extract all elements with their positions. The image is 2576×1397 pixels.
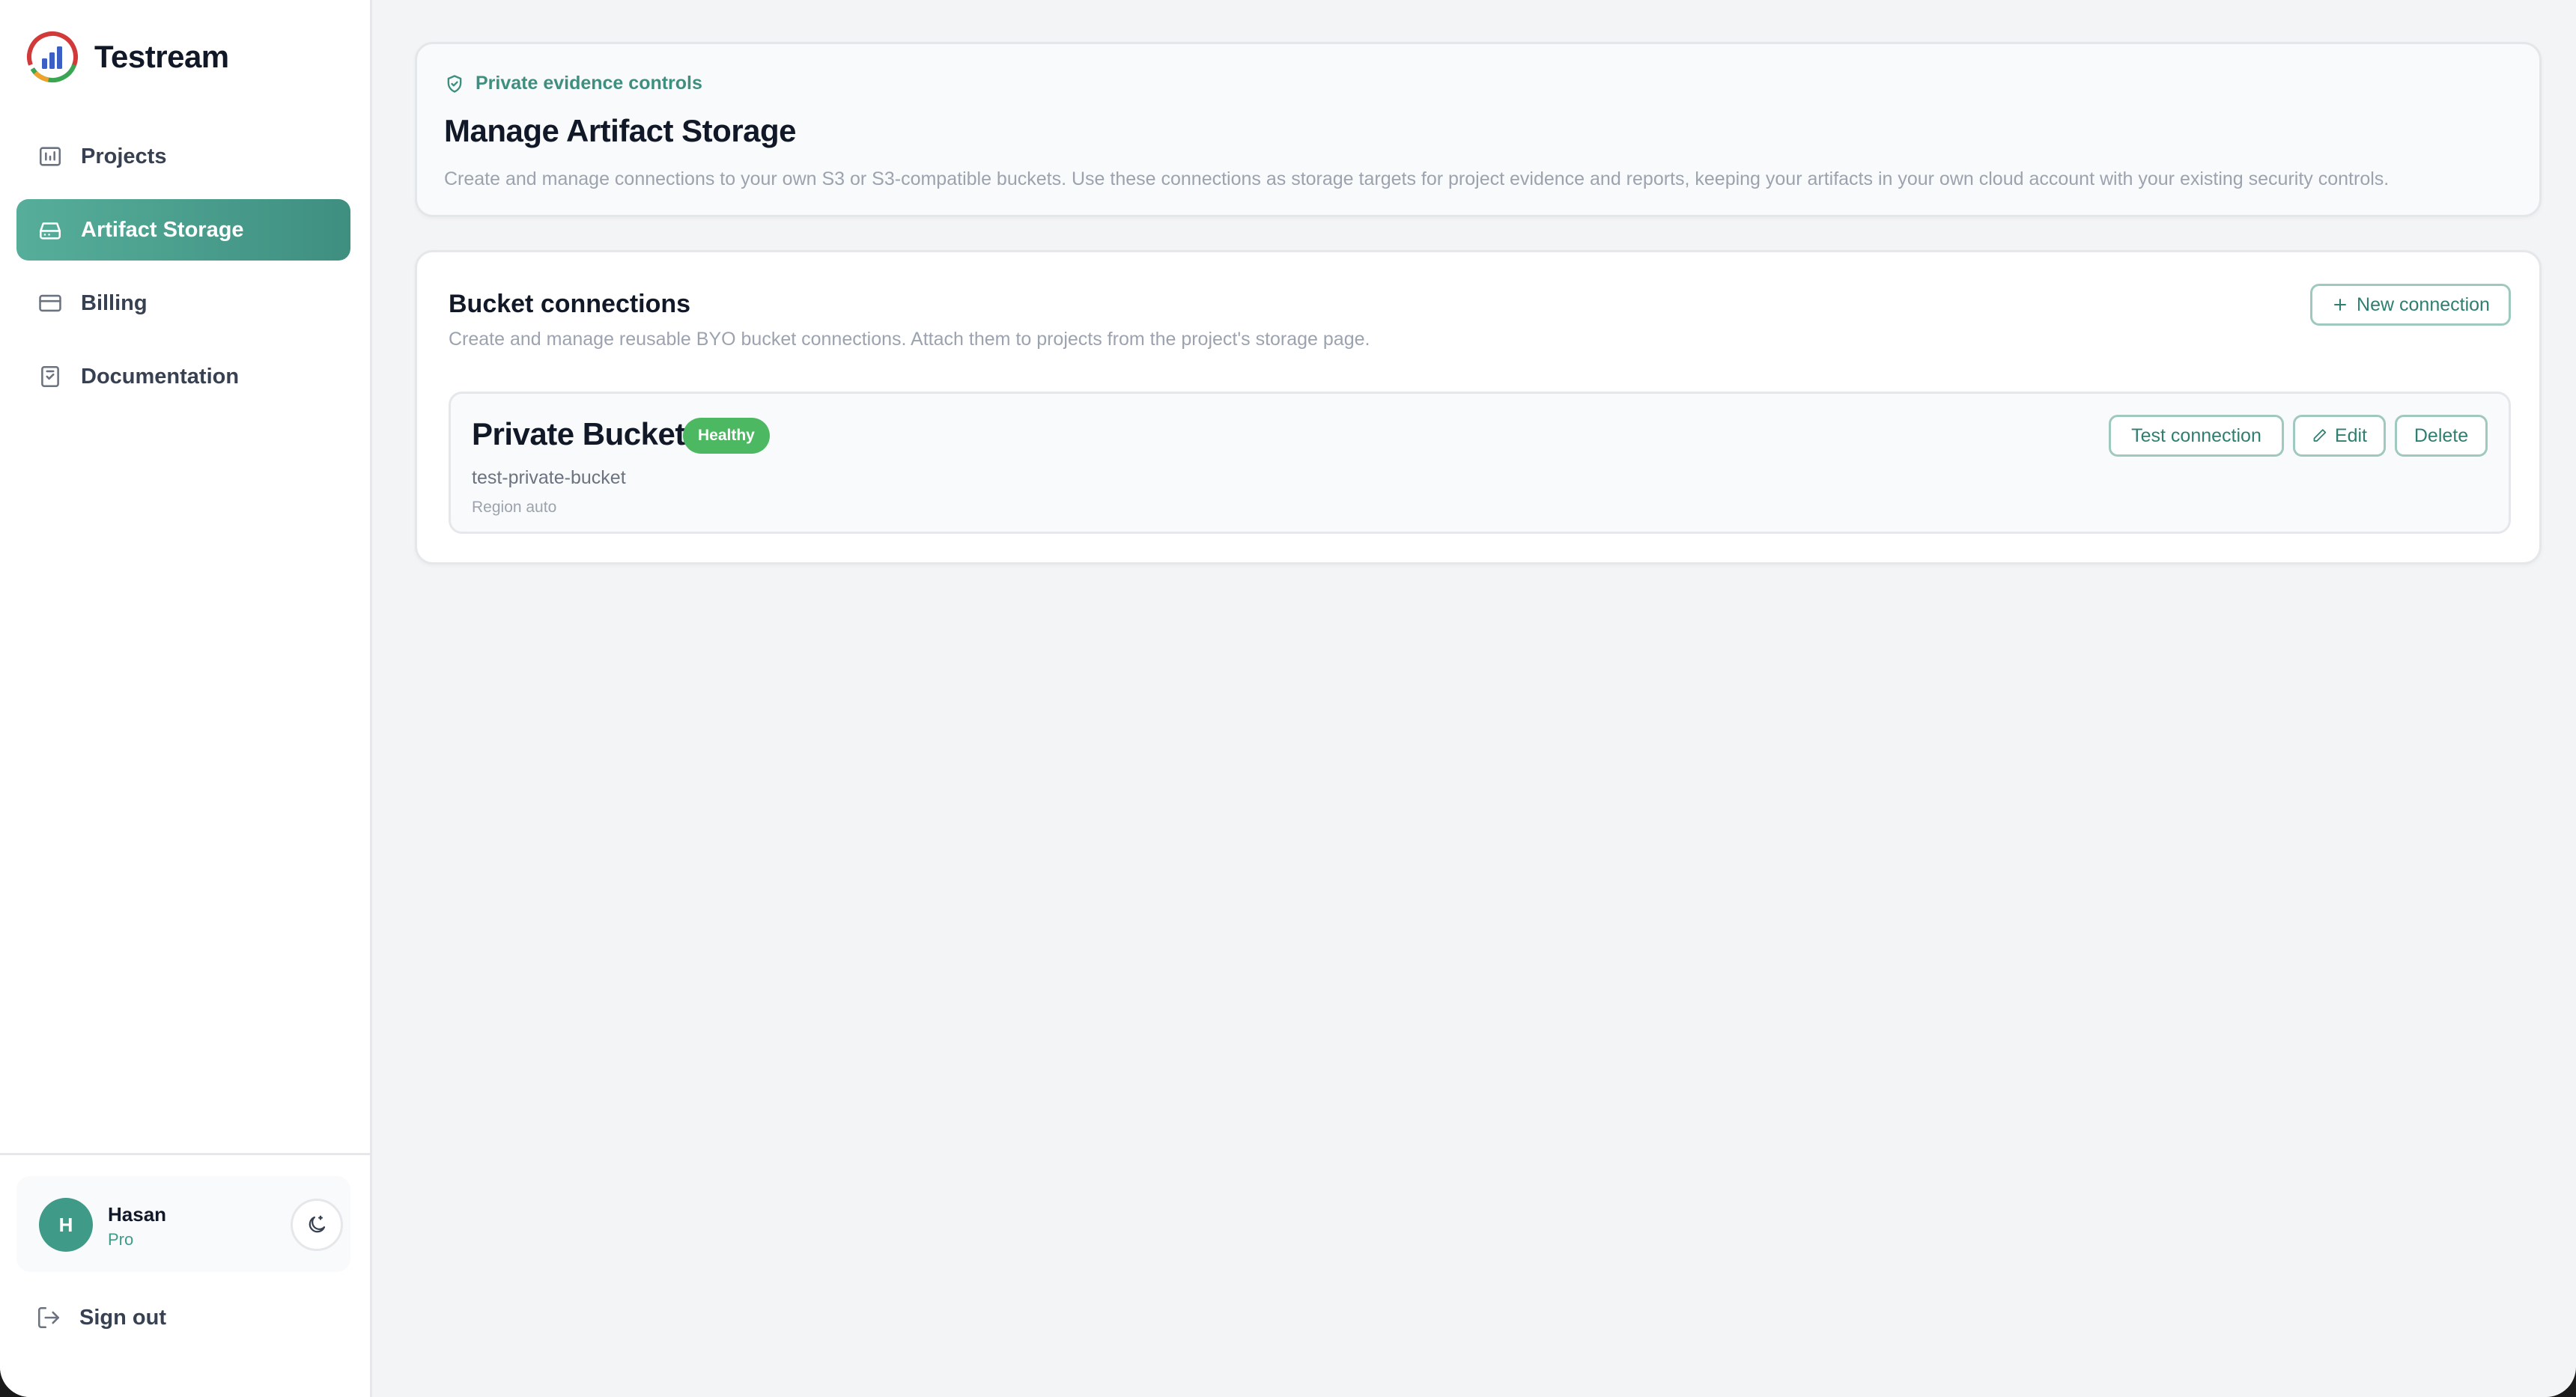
sidebar-item-documentation[interactable]: Documentation: [16, 346, 350, 407]
sign-out-icon: [37, 1306, 60, 1329]
list-item: Private Bucket Healthy test-private-buck…: [449, 392, 2511, 534]
delete-button[interactable]: Delete: [2395, 415, 2488, 457]
sidebar: Testream Projects Artifact Storage Billi…: [0, 0, 372, 1397]
page-description: Create and manage connections to your ow…: [444, 168, 2390, 189]
plus-icon: [2334, 299, 2347, 311]
edit-label: Edit: [2334, 424, 2367, 446]
projects-icon: [39, 147, 61, 166]
brand-logo-icon: [27, 31, 78, 82]
avatar[interactable]: H: [39, 1198, 93, 1252]
sign-out-label: Sign out: [79, 1305, 166, 1330]
user-card: H Hasan Pro: [16, 1176, 350, 1272]
hero-tag-label: Private evidence controls: [476, 73, 702, 94]
user-name: Hasan: [108, 1203, 167, 1226]
bucket-identifier: test-private-bucket: [472, 467, 626, 488]
app-window: Testream Projects Artifact Storage Billi…: [0, 0, 2576, 1397]
bucket-connections-panel: Bucket connections Create and manage reu…: [415, 250, 2542, 564]
bucket-name: Private Bucket: [472, 416, 685, 451]
sign-out-button[interactable]: Sign out: [36, 1305, 166, 1330]
storage-icon: [39, 222, 61, 240]
pencil-icon: [2313, 429, 2327, 442]
panel-description: Create and manage reusable BYO bucket co…: [449, 329, 1370, 350]
sidebar-item-projects[interactable]: Projects: [16, 126, 350, 187]
user-plan: Pro: [108, 1230, 134, 1249]
moon-icon: [309, 1215, 326, 1233]
sidebar-item-label: Artifact Storage: [81, 217, 244, 242]
sidebar-item-artifact-storage[interactable]: Artifact Storage: [16, 199, 350, 261]
new-connection-button[interactable]: New connection: [2310, 284, 2511, 326]
sidebar-footer: H Hasan Pro Sign out: [0, 1153, 372, 1330]
documentation-icon: [41, 365, 59, 388]
test-connection-button[interactable]: Test connection: [2109, 415, 2284, 457]
brand[interactable]: Testream: [25, 30, 229, 84]
delete-label: Delete: [2414, 424, 2469, 446]
sidebar-nav: Projects Artifact Storage Billing Docume…: [16, 126, 350, 419]
sidebar-item-label: Billing: [81, 290, 148, 315]
page-title: Manage Artifact Storage: [444, 113, 797, 148]
test-connection-label: Test connection: [2131, 424, 2261, 446]
new-connection-label: New connection: [2357, 293, 2490, 315]
bucket-region: Region auto: [472, 499, 557, 516]
panel-title: Bucket connections: [449, 290, 691, 318]
shield-check-icon: [447, 74, 462, 93]
status-badge: Healthy: [683, 418, 770, 454]
sidebar-item-billing[interactable]: Billing: [16, 273, 350, 334]
sidebar-item-label: Projects: [81, 144, 167, 168]
billing-icon: [39, 294, 61, 312]
theme-toggle-button[interactable]: [291, 1199, 343, 1251]
brand-name: Testream: [94, 39, 229, 74]
sidebar-item-label: Documentation: [81, 364, 240, 389]
edit-button[interactable]: Edit: [2293, 415, 2386, 457]
page-header: Private evidence controls Manage Artifac…: [415, 42, 2542, 217]
hero-tag: Private evidence controls: [444, 73, 702, 94]
